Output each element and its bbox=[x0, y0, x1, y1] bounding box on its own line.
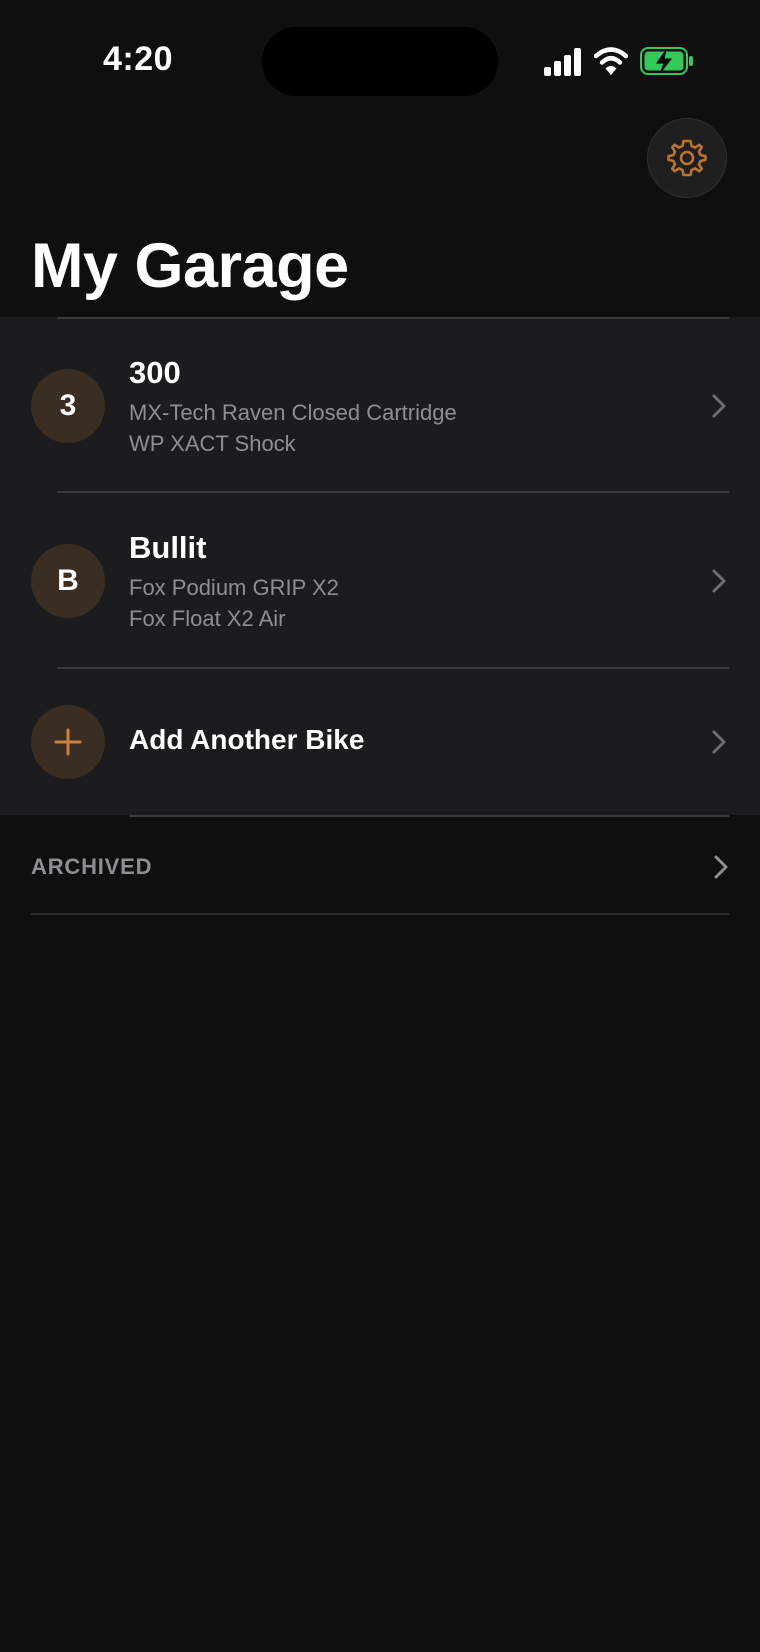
add-another-bike-row[interactable]: Add Another Bike bbox=[0, 669, 760, 815]
bike-shock: WP XACT Shock bbox=[129, 431, 296, 456]
add-bike-avatar bbox=[31, 705, 105, 779]
plus-icon bbox=[54, 728, 82, 756]
bike-fork: MX-Tech Raven Closed Cartridge bbox=[129, 400, 457, 425]
chevron-right-icon bbox=[712, 394, 726, 418]
bike-name: 300 bbox=[129, 355, 181, 390]
bike-row-bullit[interactable]: B Bullit Fox Podium GRIP X2 Fox Float X2… bbox=[0, 493, 760, 669]
status-bar: 4:20 bbox=[0, 0, 760, 120]
page-title: My Garage bbox=[31, 231, 349, 301]
bike-shock: Fox Float X2 Air bbox=[129, 606, 286, 631]
bike-row-300[interactable]: 3 300 MX-Tech Raven Closed Cartridge WP … bbox=[0, 319, 760, 493]
chevron-right-icon bbox=[712, 569, 726, 593]
dynamic-island bbox=[262, 27, 498, 96]
bike-name: Bullit bbox=[129, 530, 207, 565]
add-bike-label: Add Another Bike bbox=[129, 724, 365, 755]
divider bbox=[31, 913, 729, 915]
battery-charging-icon bbox=[640, 47, 693, 75]
bike-avatar: 3 bbox=[31, 369, 105, 443]
bike-list: 3 300 MX-Tech Raven Closed Cartridge WP … bbox=[0, 317, 760, 815]
chevron-right-icon bbox=[714, 855, 728, 879]
bike-avatar: B bbox=[31, 544, 105, 618]
gear-icon bbox=[667, 139, 707, 177]
cellular-signal-icon bbox=[544, 48, 581, 76]
chevron-right-icon bbox=[712, 730, 726, 754]
bike-fork: Fox Podium GRIP X2 bbox=[129, 575, 339, 600]
settings-button[interactable] bbox=[647, 118, 727, 198]
archived-label: ARCHIVED bbox=[31, 854, 153, 879]
status-time: 4:20 bbox=[103, 40, 174, 78]
archived-row[interactable]: ARCHIVED bbox=[0, 817, 760, 915]
wifi-icon bbox=[594, 47, 628, 75]
